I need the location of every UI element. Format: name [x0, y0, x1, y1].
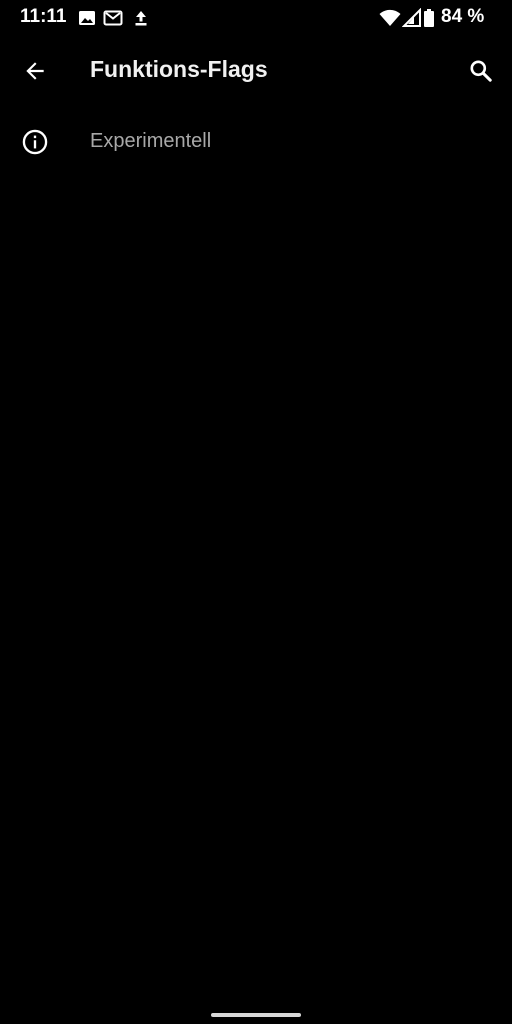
signal-icon	[402, 8, 421, 27]
search-button[interactable]	[464, 54, 498, 88]
battery-icon	[424, 9, 434, 27]
arrow-back-icon	[26, 62, 44, 80]
info-icon	[22, 129, 48, 155]
list-item-label: Experimentell	[90, 130, 212, 152]
wifi-icon	[379, 9, 401, 26]
battery-percentage: 84 %	[441, 6, 485, 27]
upload-icon	[135, 11, 147, 26]
image-icon	[79, 11, 95, 25]
status-bar: 11:11 84 %	[0, 0, 512, 36]
search-icon	[470, 60, 492, 82]
page-title: Funktions-Flags	[90, 56, 268, 82]
app-bar: Funktions-Flags	[0, 36, 512, 108]
list-item-experimentell[interactable]: Experimentell	[0, 110, 512, 172]
back-button[interactable]	[18, 54, 52, 88]
status-time: 11:11	[20, 6, 67, 27]
gmail-icon	[103, 10, 123, 26]
gesture-navigation-bar[interactable]	[211, 1013, 301, 1017]
